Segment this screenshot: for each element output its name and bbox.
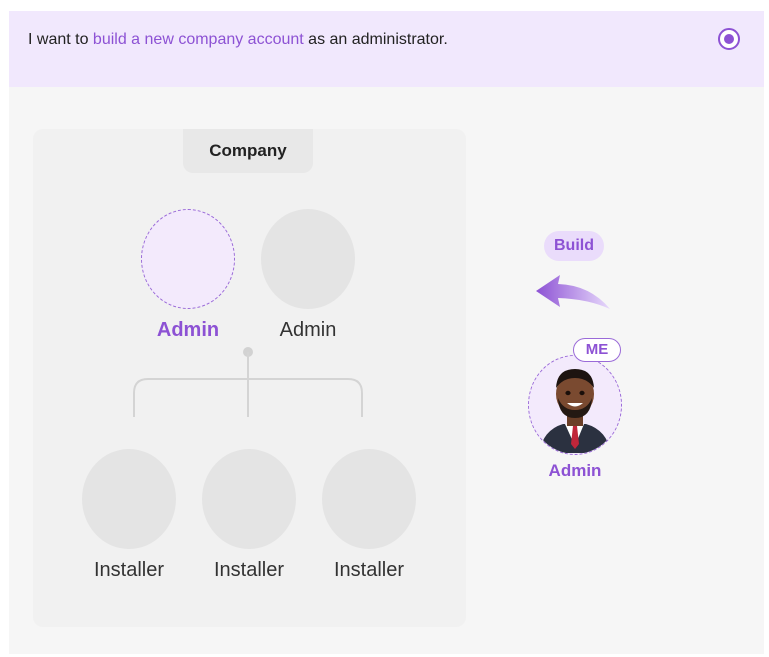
curved-arrow-left-icon: [536, 275, 610, 309]
installer-slot-1[interactable]: [82, 449, 176, 549]
option-description: I want to build a new company account as…: [28, 31, 448, 49]
role-selection-panel: I want to build a new company account as…: [9, 11, 764, 654]
hierarchy-connector: [133, 347, 363, 417]
installer-label-2: Installer: [213, 559, 285, 581]
admin-slot-selected[interactable]: [141, 209, 235, 309]
option-text-prefix: I want to: [28, 31, 93, 48]
company-diagram: Company Admin Admin Installer Installer …: [33, 129, 466, 627]
admin-slot[interactable]: [261, 209, 355, 309]
admin-label: Admin: [279, 319, 337, 341]
radio-dot: [724, 34, 734, 44]
installer-label-3: Installer: [333, 559, 405, 581]
installer-slot-2[interactable]: [202, 449, 296, 549]
user-avatar-icon: [528, 355, 622, 455]
build-action-badge: Build: [544, 231, 604, 261]
installer-label-1: Installer: [93, 559, 165, 581]
role-option-card[interactable]: I want to build a new company account as…: [9, 11, 764, 87]
me-badge: ME: [573, 338, 621, 362]
installer-slot-3[interactable]: [322, 449, 416, 549]
me-role-label: Admin: [548, 461, 602, 480]
radio-selected-icon[interactable]: [718, 28, 740, 50]
option-text-highlight: build a new company account: [92, 31, 304, 48]
option-text-suffix: as an administrator.: [303, 31, 448, 48]
admin-label-selected: Admin: [156, 319, 220, 341]
